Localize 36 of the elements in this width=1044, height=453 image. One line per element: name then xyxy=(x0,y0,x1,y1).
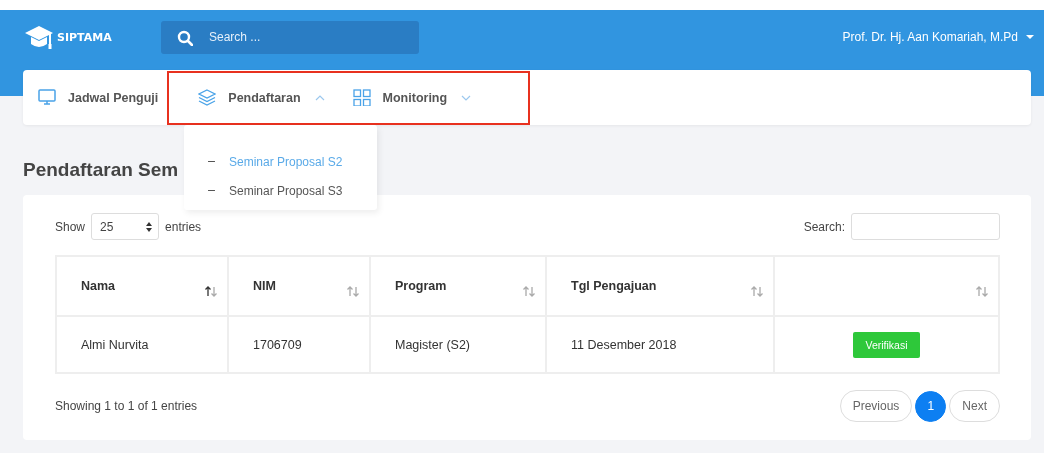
entries-select[interactable]: 25 xyxy=(91,213,160,240)
show-label: Show xyxy=(55,219,86,234)
column-header[interactable]: Tgl Pengajuan xyxy=(546,256,774,316)
nav-item[interactable]: Jadwal Penguji xyxy=(38,89,159,106)
page-title: Pendaftaran Sem xyxy=(23,158,179,182)
layers-icon xyxy=(198,89,217,106)
entries-label: entries xyxy=(165,219,202,234)
page-button[interactable]: 1 xyxy=(915,390,947,422)
monitor-icon xyxy=(38,89,56,106)
page-button[interactable]: Previous xyxy=(839,390,913,422)
search-label: Search: xyxy=(803,219,845,234)
caret-icon xyxy=(1026,35,1034,39)
search-icon xyxy=(177,29,193,46)
column-header[interactable]: Program xyxy=(370,256,546,316)
mortarboard-icon xyxy=(23,23,55,51)
entries-info: Showing 1 to 1 of 1 entries xyxy=(55,399,198,413)
nav-item[interactable]: Pendaftaran xyxy=(198,89,325,106)
chevron-icon xyxy=(314,94,325,101)
updown-icon xyxy=(146,221,153,232)
nav-item[interactable]: Monitoring xyxy=(352,89,472,106)
logo-text: SIPTAMA xyxy=(57,30,112,44)
column-header[interactable]: NIM xyxy=(228,256,370,316)
search-field[interactable]: Search ... xyxy=(161,20,419,54)
table-cell: Almi Nurvita xyxy=(56,316,228,373)
table-search-field[interactable] xyxy=(851,213,1000,240)
table-cell: 11 Desember 2018 xyxy=(546,316,774,373)
chevron-icon xyxy=(461,94,472,101)
column-header[interactable] xyxy=(774,256,999,316)
dash-icon xyxy=(208,189,215,192)
dash-icon xyxy=(208,160,215,163)
menu-item[interactable]: Seminar Proposal S3 xyxy=(184,176,377,205)
grid-icon xyxy=(352,89,371,106)
page-button[interactable]: Next xyxy=(949,390,1000,422)
column-header[interactable]: Nama xyxy=(56,256,228,316)
table-cell: 1706709 xyxy=(228,316,370,373)
table-cell: Magister (S2) xyxy=(370,316,546,373)
